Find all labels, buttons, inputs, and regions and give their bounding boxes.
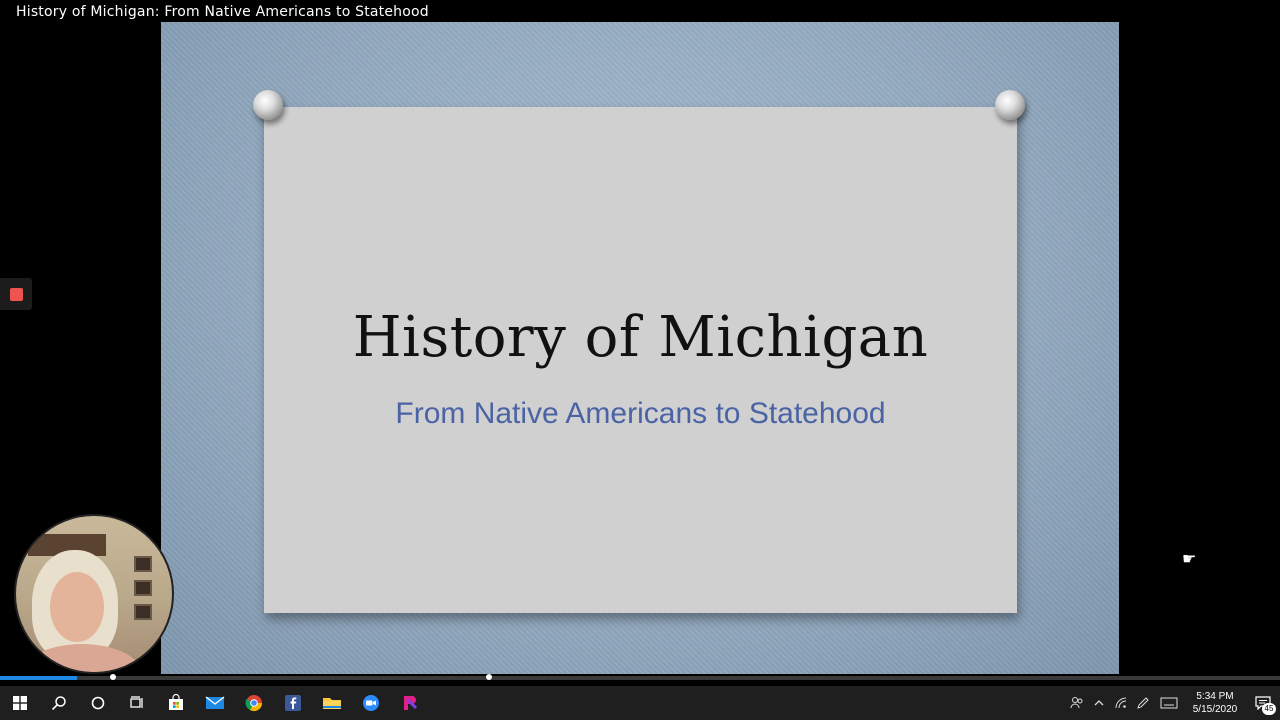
- thumbtack-pin-icon: [253, 90, 283, 120]
- pen-icon[interactable]: [1132, 686, 1154, 720]
- hand-pointer-icon: ☛: [1182, 549, 1197, 568]
- pink-app-button[interactable]: [390, 686, 429, 720]
- facebook-icon: [284, 695, 301, 711]
- touch-keyboard-icon[interactable]: [1154, 686, 1184, 720]
- mail-icon: [205, 696, 224, 709]
- video-progress-fill: [0, 676, 77, 680]
- progress-marker[interactable]: [110, 674, 116, 680]
- clock-time: 5:34 PM: [1196, 691, 1234, 702]
- search-button[interactable]: [39, 686, 78, 720]
- store-bag-icon: [168, 694, 183, 710]
- webcam-background-frame: [134, 604, 152, 620]
- clock-date: 5/15/2020: [1192, 704, 1238, 715]
- webcam-overlay: [14, 514, 174, 674]
- stop-square-icon: [9, 287, 23, 301]
- video-title: History of Michigan: From Native America…: [16, 4, 429, 20]
- slide-background: History of Michigan From Native American…: [161, 22, 1119, 674]
- zoom-camera-icon: [362, 695, 379, 711]
- task-view-button[interactable]: [117, 686, 156, 720]
- webcam-person-face: [50, 572, 104, 642]
- video-progress-bar[interactable]: [0, 676, 1280, 680]
- people-icon[interactable]: [1066, 686, 1088, 720]
- folder-icon: [322, 698, 341, 709]
- chrome-button[interactable]: [234, 686, 273, 720]
- show-hidden-icons-chevron-up-icon[interactable]: [1088, 686, 1110, 720]
- cortana-button[interactable]: [78, 686, 117, 720]
- action-center-button[interactable]: 45: [1246, 686, 1280, 720]
- taskbar-clock[interactable]: 5:34 PM 5/15/2020: [1184, 690, 1246, 716]
- start-button[interactable]: [0, 686, 39, 720]
- windows-taskbar: 5:34 PM 5/15/2020 45: [0, 686, 1280, 720]
- windows-logo-icon: [12, 696, 27, 710]
- search-icon: [51, 696, 66, 711]
- slide-subtitle: From Native Americans to Statehood: [395, 397, 886, 430]
- webcam-person-body: [22, 644, 142, 672]
- webcam-background-frame: [134, 580, 152, 596]
- task-view-icon: [129, 696, 143, 708]
- chrome-icon: [245, 695, 262, 712]
- circle-icon: [91, 696, 104, 710]
- progress-marker[interactable]: [486, 674, 492, 680]
- zoom-button[interactable]: [351, 686, 390, 720]
- thumbtack-pin-icon: [995, 90, 1025, 120]
- facebook-button[interactable]: [273, 686, 312, 720]
- record-stop-button[interactable]: [0, 278, 32, 310]
- microsoft-store-button[interactable]: [156, 686, 195, 720]
- webcam-background-frame: [134, 556, 152, 572]
- file-explorer-button[interactable]: [312, 686, 351, 720]
- slide-title: History of Michigan: [352, 305, 929, 370]
- slide-card: History of Michigan From Native American…: [264, 107, 1017, 613]
- notification-count-badge: 45: [1262, 703, 1276, 715]
- mail-button[interactable]: [195, 686, 234, 720]
- wifi-icon[interactable]: [1110, 686, 1132, 720]
- system-tray: 5:34 PM 5/15/2020 45: [1066, 686, 1280, 720]
- ribbon-app-icon: [403, 696, 417, 710]
